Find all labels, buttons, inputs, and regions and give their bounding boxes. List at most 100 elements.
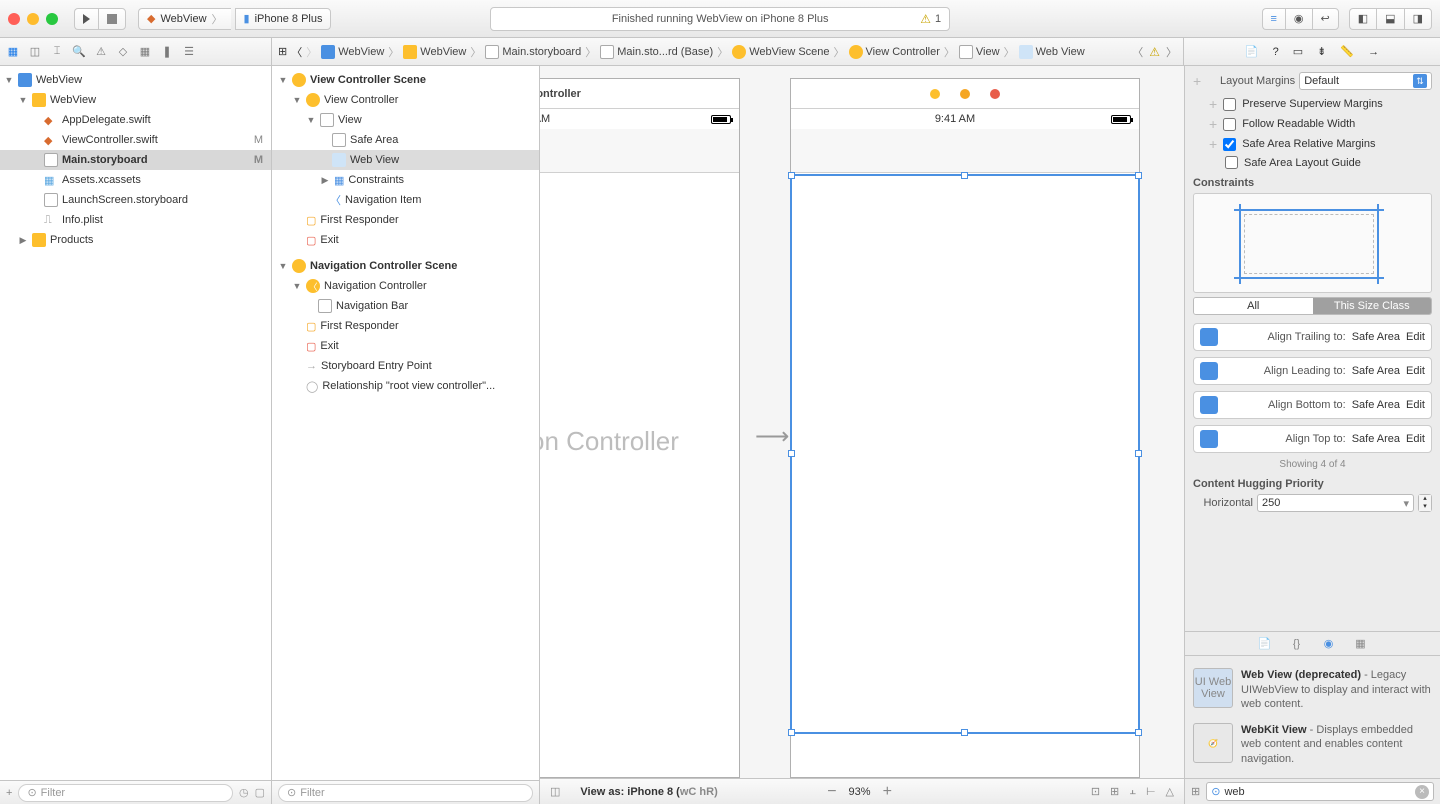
- minimize-window-button[interactable]: [27, 13, 39, 25]
- scene-header[interactable]: ▼Navigation Controller Scene: [272, 256, 539, 276]
- add-variation-icon[interactable]: +: [1209, 96, 1217, 112]
- first-responder-row[interactable]: ▢First Responder: [272, 210, 539, 230]
- horizontal-hugging-input[interactable]: 250▾: [1257, 494, 1414, 512]
- exit-row[interactable]: ▢Exit: [272, 230, 539, 250]
- navigator-filter[interactable]: ⊙Filter: [18, 784, 233, 802]
- close-window-button[interactable]: [8, 13, 20, 25]
- project-navigator-icon[interactable]: ▦: [6, 45, 20, 59]
- webview-row-selected[interactable]: Web View: [272, 150, 539, 170]
- constraint-trailing[interactable]: Align Trailing to:Safe AreaEdit: [1193, 323, 1432, 351]
- align-icon[interactable]: ⫠: [1129, 785, 1136, 798]
- seg-this-size-class[interactable]: This Size Class: [1313, 298, 1432, 314]
- scene-dock[interactable]: [791, 79, 1139, 109]
- nav-bar-row[interactable]: Navigation Bar: [272, 296, 539, 316]
- version-editor-button[interactable]: ↩: [1312, 8, 1339, 30]
- add-variation-icon[interactable]: +: [1193, 73, 1201, 89]
- edit-button[interactable]: Edit: [1406, 331, 1425, 343]
- media-library-icon[interactable]: ▦: [1353, 636, 1369, 652]
- library-search[interactable]: ⊙ web ×: [1206, 782, 1434, 801]
- nav-controller-row[interactable]: ▼〈Navigation Controller: [272, 276, 539, 296]
- safe-area-row[interactable]: Safe Area: [272, 130, 539, 150]
- selection-rectangle[interactable]: [790, 174, 1140, 734]
- storyboard-canvas[interactable]: ation Controller 9:41 AM on Controller ⟶…: [540, 66, 1184, 804]
- debug-navigator-icon[interactable]: ▦: [138, 45, 152, 59]
- size-class-segmented[interactable]: All This Size Class: [1193, 297, 1432, 315]
- stop-button[interactable]: [98, 8, 126, 30]
- library-item-wkwebview[interactable]: 🧭 WebKit View - Displays embedded web co…: [1191, 717, 1434, 772]
- file-row[interactable]: ▦Assets.xcassets: [0, 170, 271, 190]
- constraint-top[interactable]: Align Top to:Safe AreaEdit: [1193, 425, 1432, 453]
- pin-icon[interactable]: ⊢: [1146, 785, 1156, 798]
- add-variation-icon[interactable]: +: [1209, 136, 1217, 152]
- constraint-leading[interactable]: Align Leading to:Safe AreaEdit: [1193, 357, 1432, 385]
- entry-point-row[interactable]: →Storyboard Entry Point: [272, 356, 539, 376]
- toggle-navigator-button[interactable]: ◧: [1349, 8, 1376, 30]
- object-library-icon[interactable]: ◉: [1321, 636, 1337, 652]
- toggle-debug-button[interactable]: ⬓: [1376, 8, 1403, 30]
- edit-button[interactable]: Edit: [1406, 399, 1425, 411]
- edit-button[interactable]: Edit: [1406, 433, 1425, 445]
- standard-editor-button[interactable]: ≡: [1262, 8, 1285, 30]
- group-folder[interactable]: ▼WebView: [0, 90, 271, 110]
- connections-inspector-icon[interactable]: →: [1368, 46, 1379, 58]
- zoom-level[interactable]: 93%: [849, 786, 871, 798]
- file-template-library-icon[interactable]: 📄: [1257, 636, 1273, 652]
- identity-inspector-icon[interactable]: ▭: [1293, 45, 1303, 58]
- constraints-row[interactable]: ▶▦Constraints: [272, 170, 539, 190]
- first-responder-icon[interactable]: [960, 89, 970, 99]
- breadcrumb[interactable]: WebView〉 WebView〉 Main.storyboard〉 Main.…: [321, 44, 1084, 60]
- preserve-margins-checkbox[interactable]: [1223, 98, 1236, 111]
- exit-icon[interactable]: [990, 89, 1000, 99]
- view-controller-icon[interactable]: [930, 89, 940, 99]
- add-button[interactable]: +: [6, 787, 12, 799]
- code-snippet-library-icon[interactable]: {}: [1289, 636, 1305, 652]
- activity-viewer[interactable]: Finished running WebView on iPhone 8 Plu…: [490, 7, 950, 31]
- test-navigator-icon[interactable]: ◇: [116, 45, 130, 59]
- resolve-icon[interactable]: △: [1166, 785, 1174, 798]
- clear-search-button[interactable]: ×: [1415, 785, 1429, 799]
- assistant-editor-button[interactable]: ◉: [1285, 8, 1312, 30]
- find-navigator-icon[interactable]: 🔍: [72, 45, 86, 59]
- view-controller-row[interactable]: ▼View Controller: [272, 90, 539, 110]
- jump-warning-icon[interactable]: [1149, 45, 1160, 59]
- warning-indicator[interactable]: 1: [920, 12, 941, 26]
- zoom-in-button[interactable]: +: [883, 783, 892, 801]
- scheme-selector[interactable]: ◆ WebView 〉 ▮ iPhone 8 Plus: [138, 8, 331, 30]
- nav-item-row[interactable]: 〈Navigation Item: [272, 190, 539, 210]
- breakpoint-navigator-icon[interactable]: ❚: [160, 45, 174, 59]
- source-control-navigator-icon[interactable]: ◫: [28, 45, 42, 59]
- update-frames-icon[interactable]: ⊡: [1091, 785, 1100, 798]
- file-row-selected[interactable]: Main.storyboardM: [0, 150, 271, 170]
- readable-width-checkbox[interactable]: [1223, 118, 1236, 131]
- view-row[interactable]: ▼View: [272, 110, 539, 130]
- toggle-outline-icon[interactable]: ◫: [550, 785, 560, 798]
- file-row[interactable]: ◆ViewController.swiftM: [0, 130, 271, 150]
- constraint-diagram[interactable]: [1193, 193, 1432, 293]
- forward-button[interactable]: 〉: [306, 44, 317, 60]
- horizontal-hugging-stepper[interactable]: ▴▾: [1418, 494, 1432, 512]
- back-button[interactable]: 〈: [291, 44, 302, 60]
- scm-filter-icon[interactable]: ▢: [255, 786, 265, 799]
- file-row[interactable]: ⎍Info.plist: [0, 210, 271, 230]
- recent-filter-icon[interactable]: ◷: [239, 786, 249, 799]
- jump-back-icon[interactable]: 〈: [1132, 44, 1143, 60]
- related-items-icon[interactable]: ⊞: [278, 45, 287, 58]
- project-root[interactable]: ▼WebView: [0, 70, 271, 90]
- run-button[interactable]: [74, 8, 98, 30]
- safe-area-relative-checkbox[interactable]: [1223, 138, 1236, 151]
- zoom-out-button[interactable]: −: [827, 783, 836, 801]
- seg-all[interactable]: All: [1194, 298, 1313, 314]
- outline-filter[interactable]: ⊙Filter: [278, 784, 533, 802]
- embed-icon[interactable]: ⊞: [1110, 785, 1119, 798]
- scene-header[interactable]: ▼View Controller Scene: [272, 70, 539, 90]
- report-navigator-icon[interactable]: ☰: [182, 45, 196, 59]
- attributes-inspector-icon[interactable]: ⇟: [1317, 45, 1326, 58]
- edit-button[interactable]: Edit: [1406, 365, 1425, 377]
- layout-margins-select[interactable]: Default⇅: [1299, 72, 1432, 90]
- exit-row[interactable]: ▢Exit: [272, 336, 539, 356]
- file-row[interactable]: LaunchScreen.storyboard: [0, 190, 271, 210]
- first-responder-row[interactable]: ▢First Responder: [272, 316, 539, 336]
- zoom-window-button[interactable]: [46, 13, 58, 25]
- file-row[interactable]: ◆AppDelegate.swift: [0, 110, 271, 130]
- library-item-webview[interactable]: UI Web View Web View (deprecated) - Lega…: [1191, 662, 1434, 717]
